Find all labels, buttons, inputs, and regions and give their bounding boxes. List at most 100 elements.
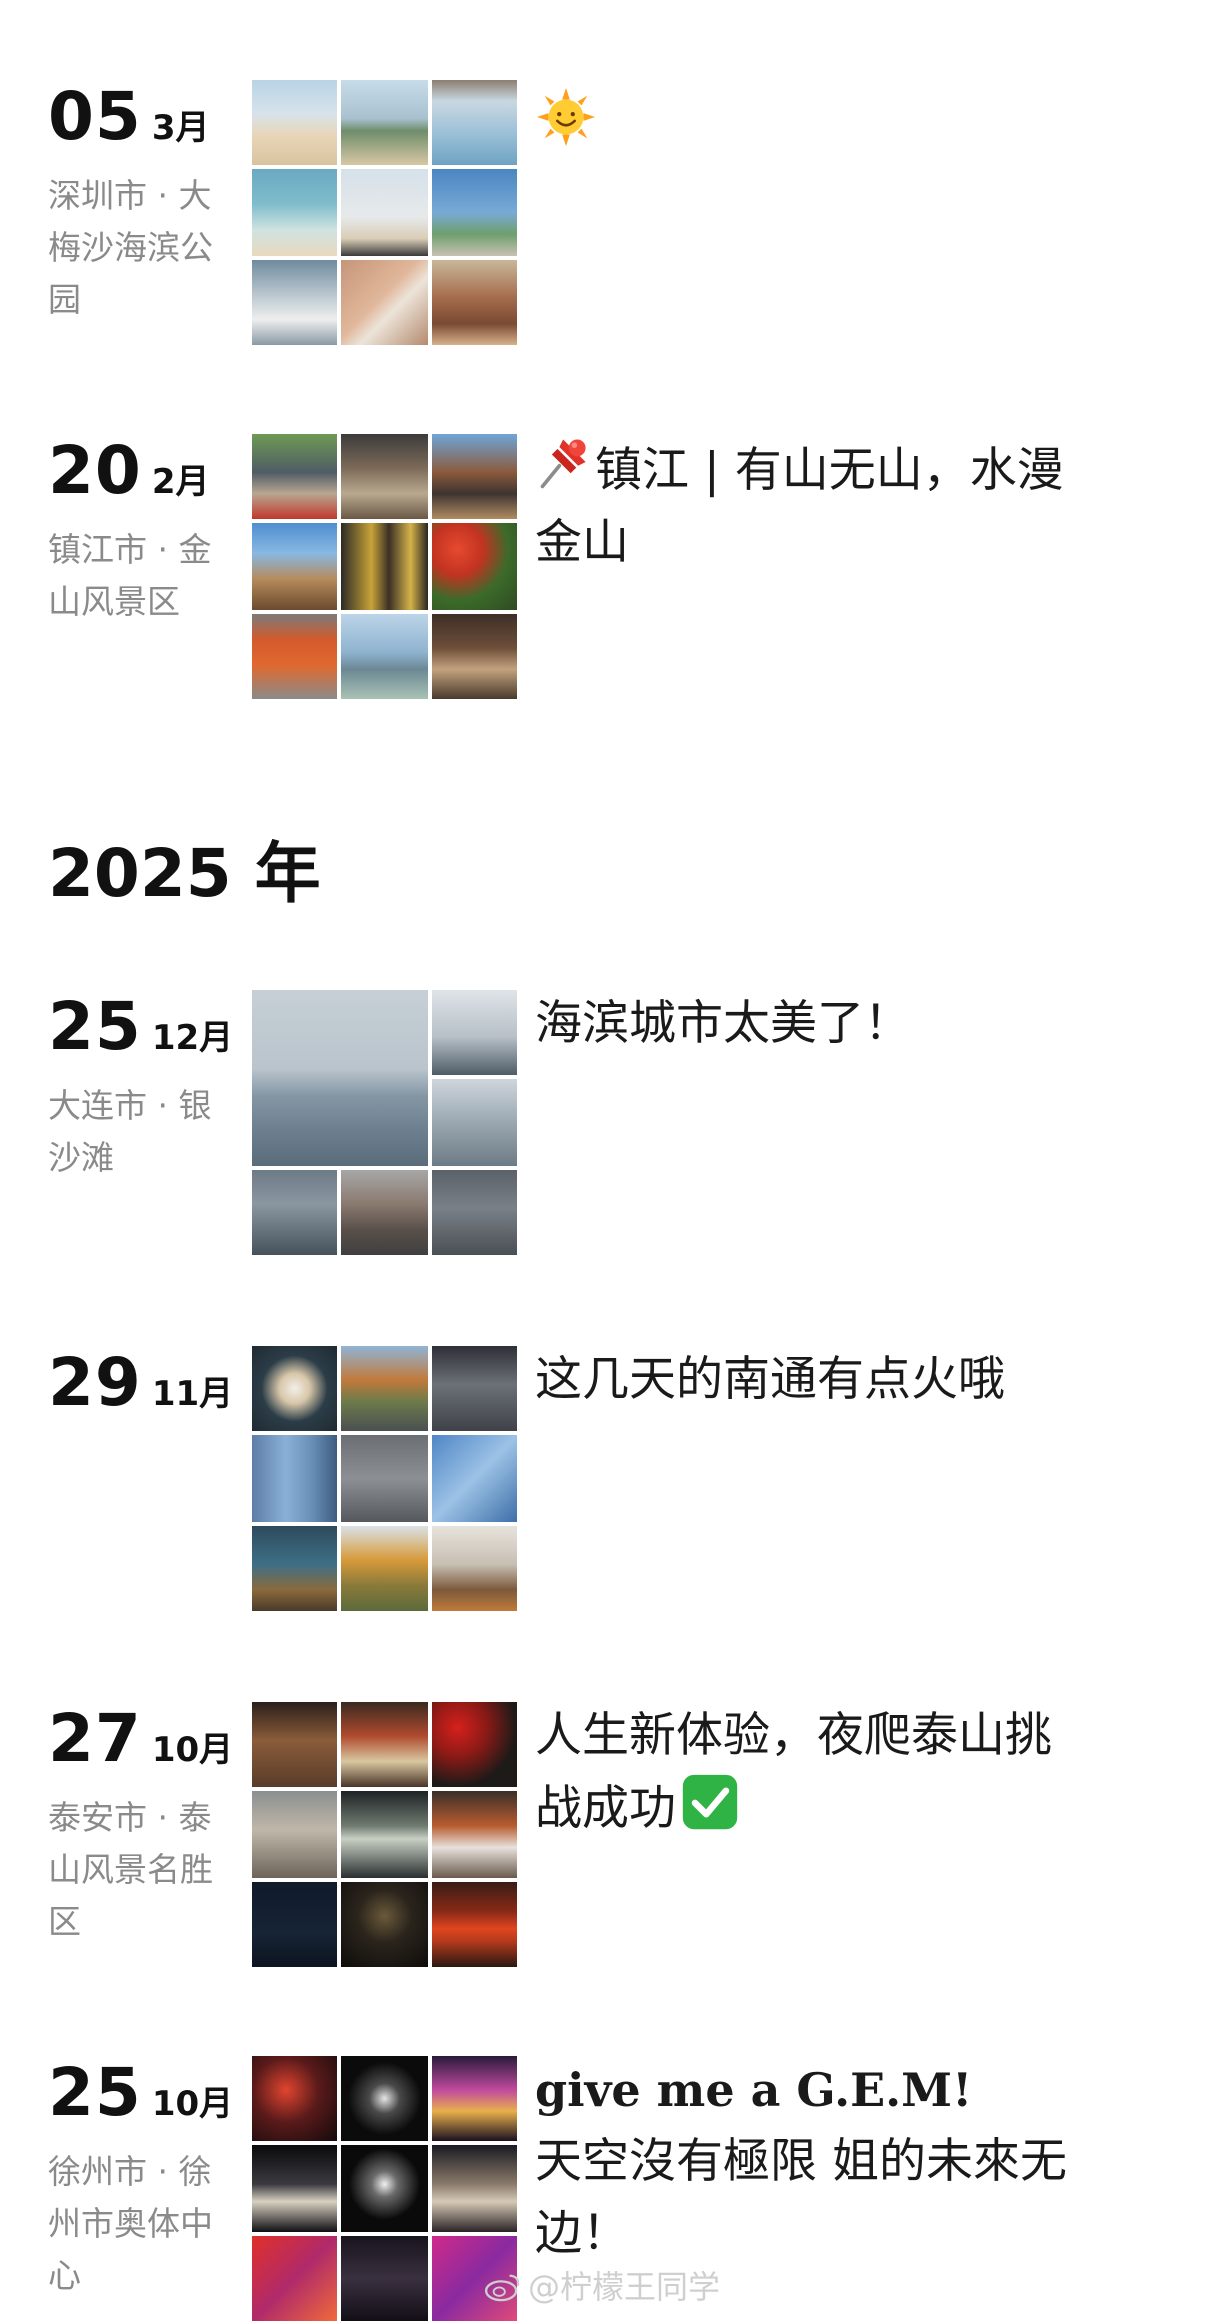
post-caption[interactable] — [535, 78, 1125, 150]
post-item[interactable]: 05 3月 深圳市 · 大梅沙海滨公园 — [0, 78, 1206, 348]
pushpin-emoji-icon — [540, 439, 586, 489]
photo-thumbnail[interactable] — [252, 1702, 337, 1787]
photo-thumbnail[interactable] — [252, 1170, 337, 1255]
photo-thumbnail[interactable] — [432, 1702, 517, 1787]
photo-thumbnail[interactable] — [432, 169, 517, 256]
photo-thumbnail[interactable] — [341, 2145, 428, 2232]
photo-thumbnail[interactable] — [252, 1435, 337, 1522]
photo-thumbnail[interactable] — [432, 2056, 517, 2141]
photo-thumbnail[interactable] — [432, 523, 517, 610]
photo-thumbnail[interactable] — [252, 434, 337, 519]
photo-thumbnail[interactable] — [252, 990, 428, 1166]
post-day: 25 — [48, 988, 142, 1065]
caption-text: 战成功 — [535, 1781, 676, 1836]
watermark-text: @柠檬王同学 — [528, 2268, 721, 2306]
photo-grid[interactable] — [252, 80, 517, 345]
photo-thumbnail[interactable] — [341, 523, 428, 610]
photo-thumbnail[interactable] — [341, 260, 428, 345]
moments-feed[interactable]: 05 3月 深圳市 · 大梅沙海滨公园 20 2月 镇江市 · 金山风景区 镇江… — [0, 0, 1206, 2321]
photo-thumbnail[interactable] — [432, 434, 517, 519]
caption-text: 镇江 | 有山无山，水漫 — [595, 443, 1064, 498]
photo-thumbnail[interactable] — [432, 1170, 517, 1255]
year-heading: 2025 年 — [48, 835, 321, 912]
photo-grid[interactable] — [252, 1346, 517, 1611]
caption-text: 海滨城市太美了！ — [535, 996, 911, 1051]
caption-text: 这几天的南通有点火哦 — [535, 1352, 1005, 1407]
post-month: 11月 — [151, 1374, 234, 1414]
photo-thumbnail[interactable] — [432, 1346, 517, 1431]
post-location[interactable]: 泰安市 · 泰山风景名胜区 — [48, 1792, 238, 1948]
caption-text: 金山 — [535, 515, 629, 570]
photo-thumbnail[interactable] — [252, 260, 337, 345]
photo-thumbnail[interactable] — [432, 1791, 517, 1878]
sun-emoji-icon — [536, 87, 596, 146]
post-date: 27 10月 — [48, 1700, 233, 1777]
post-date: 29 11月 — [48, 1344, 233, 1421]
photo-thumbnail[interactable] — [341, 1526, 428, 1611]
photo-thumbnail[interactable] — [432, 1526, 517, 1611]
caption-text: 天空沒有極限 姐的未來无 — [535, 2134, 1067, 2189]
photo-thumbnail[interactable] — [252, 523, 337, 610]
post-location[interactable]: 深圳市 · 大梅沙海滨公园 — [48, 170, 238, 326]
post-caption[interactable]: 人生新体验，夜爬泰山挑 战成功 — [535, 1700, 1125, 1845]
post-day: 25 — [48, 2054, 142, 2131]
post-month: 10月 — [151, 1730, 234, 1770]
photo-thumbnail[interactable] — [252, 2056, 337, 2141]
photo-thumbnail[interactable] — [341, 1170, 428, 1255]
photo-grid[interactable] — [252, 2056, 517, 2321]
post-location[interactable]: 镇江市 · 金山风景区 — [48, 524, 238, 628]
weibo-logo-icon — [484, 2274, 520, 2302]
photo-thumbnail[interactable] — [432, 1435, 517, 1522]
post-date: 20 2月 — [48, 432, 210, 509]
photo-thumbnail[interactable] — [341, 1791, 428, 1878]
photo-grid[interactable] — [252, 990, 517, 1255]
caption-text: give me a G.E.M! — [535, 2063, 973, 2117]
photo-thumbnail[interactable] — [341, 1702, 428, 1787]
photo-thumbnail[interactable] — [432, 80, 517, 165]
photo-thumbnail[interactable] — [252, 2236, 337, 2321]
photo-thumbnail[interactable] — [341, 2056, 428, 2141]
post-location[interactable]: 大连市 · 银沙滩 — [48, 1080, 238, 1184]
post-day: 29 — [48, 1344, 142, 1421]
photo-thumbnail[interactable] — [341, 80, 428, 165]
photo-grid[interactable] — [252, 1702, 517, 1967]
post-caption[interactable]: 这几天的南通有点火哦 — [535, 1344, 1125, 1416]
photo-grid[interactable] — [252, 434, 517, 699]
post-caption[interactable]: 镇江 | 有山无山，水漫 金山 — [535, 432, 1125, 579]
post-month: 3月 — [151, 108, 210, 148]
post-item[interactable]: 25 12月 大连市 · 银沙滩 海滨城市太美了！ — [0, 988, 1206, 1258]
photo-thumbnail[interactable] — [432, 990, 517, 1075]
photo-thumbnail[interactable] — [252, 80, 337, 165]
post-item[interactable]: 20 2月 镇江市 · 金山风景区 镇江 | 有山无山，水漫 金山 — [0, 432, 1206, 702]
post-item[interactable]: 29 11月 这几天的南通有点火哦 — [0, 1344, 1206, 1614]
photo-thumbnail[interactable] — [341, 2236, 428, 2321]
photo-thumbnail[interactable] — [341, 1435, 428, 1522]
photo-thumbnail[interactable] — [432, 1882, 517, 1967]
photo-thumbnail[interactable] — [432, 2145, 517, 2232]
post-date: 25 10月 — [48, 2054, 233, 2131]
post-day: 27 — [48, 1700, 142, 1777]
photo-thumbnail[interactable] — [252, 1346, 337, 1431]
photo-thumbnail[interactable] — [252, 1791, 337, 1878]
post-caption[interactable]: give me a G.E.M! 天空沒有極限 姐的未來无 边！ — [535, 2054, 1125, 2270]
photo-thumbnail[interactable] — [432, 260, 517, 345]
photo-thumbnail[interactable] — [341, 434, 428, 519]
photo-thumbnail[interactable] — [252, 1526, 337, 1611]
post-location[interactable]: 徐州市 · 徐州市奥体中心 — [48, 2146, 238, 2302]
photo-thumbnail[interactable] — [341, 614, 428, 699]
post-date: 25 12月 — [48, 988, 233, 1065]
photo-thumbnail[interactable] — [432, 1079, 517, 1166]
post-month: 12月 — [151, 1018, 234, 1058]
post-caption[interactable]: 海滨城市太美了！ — [535, 988, 1125, 1060]
photo-thumbnail[interactable] — [341, 1346, 428, 1431]
photo-thumbnail[interactable] — [341, 169, 428, 256]
check-mark-emoji-icon — [682, 1774, 738, 1830]
photo-thumbnail[interactable] — [252, 169, 337, 256]
photo-thumbnail[interactable] — [252, 614, 337, 699]
photo-thumbnail[interactable] — [252, 1882, 337, 1967]
photo-thumbnail[interactable] — [432, 614, 517, 699]
photo-thumbnail[interactable] — [341, 1882, 428, 1967]
post-item[interactable]: 27 10月 泰安市 · 泰山风景名胜区 人生新体验，夜爬泰山挑 战成功 — [0, 1700, 1206, 1970]
weibo-watermark: @柠檬王同学 — [484, 2262, 720, 2308]
photo-thumbnail[interactable] — [252, 2145, 337, 2232]
